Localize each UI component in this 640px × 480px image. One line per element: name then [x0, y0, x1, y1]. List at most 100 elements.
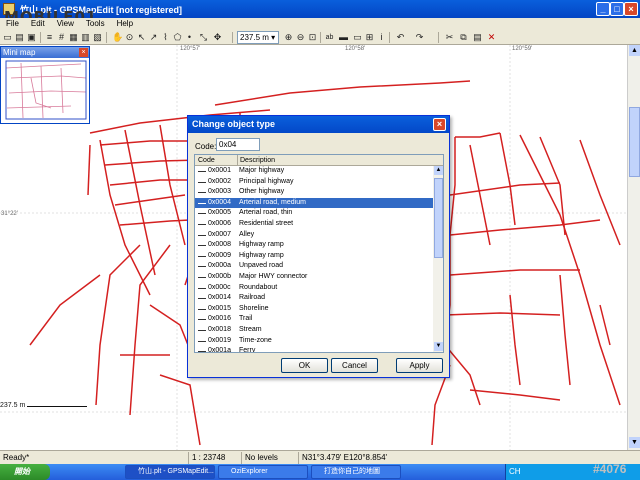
- map-vertical-scrollbar[interactable]: ▲ ▼: [627, 45, 640, 450]
- code-label: Code:: [195, 142, 217, 151]
- zoom-in-icon[interactable]: ⊕: [283, 32, 294, 43]
- menu-bar: File Edit View Tools Help: [0, 18, 640, 30]
- zoom-out-icon[interactable]: ⊖: [295, 32, 306, 43]
- task-browser[interactable]: 打造你自己的地圖: [311, 465, 401, 479]
- start-button[interactable]: 開始: [0, 464, 50, 480]
- ruler-icon[interactable]: ▬: [338, 32, 349, 43]
- copy-icon[interactable]: ⧉: [458, 32, 469, 43]
- list-item[interactable]: 0x0015 Shoreline: [195, 304, 433, 315]
- list-item[interactable]: 0x0019 Time-zone: [195, 336, 433, 347]
- item-description: Highway ramp: [239, 251, 284, 259]
- zoom-value: 237.5 m: [240, 33, 269, 42]
- list-item[interactable]: 0x000c Roundabout: [195, 283, 433, 294]
- item-code: 0x0004: [208, 198, 231, 206]
- task-gpsmapedit[interactable]: 竹山.plt - GPSMapEdit...: [125, 465, 215, 479]
- zoom-select[interactable]: 237.5 m ▾: [237, 31, 279, 44]
- list-scroll-thumb[interactable]: [434, 178, 443, 258]
- list-item[interactable]: 0x0008 Highway ramp: [195, 240, 433, 251]
- mini-map-panel[interactable]: Mini map ×: [0, 46, 90, 124]
- menu-view[interactable]: View: [51, 18, 80, 30]
- list-item[interactable]: 0x0002 Principal highway: [195, 177, 433, 188]
- open-icon[interactable]: ▤: [14, 32, 25, 43]
- column-description[interactable]: Description: [237, 155, 275, 166]
- new-icon[interactable]: ▭: [2, 32, 13, 43]
- change-object-type-dialog: Change object type × Code: Code Descript…: [187, 115, 450, 378]
- list-item[interactable]: 0x0016 Trail: [195, 314, 433, 325]
- input-language[interactable]: CH: [506, 467, 521, 476]
- redo-icon[interactable]: ↷: [414, 32, 425, 43]
- save-icon[interactable]: ▣: [26, 32, 37, 43]
- scale-bar: 237.5 m: [0, 402, 88, 409]
- measure-icon[interactable]: ▭: [352, 32, 363, 43]
- menu-tools[interactable]: Tools: [80, 18, 111, 30]
- list-item[interactable]: 0x001a Ferry: [195, 346, 433, 352]
- dialog-close-icon[interactable]: ×: [433, 118, 446, 131]
- maximize-button[interactable]: □: [610, 2, 624, 16]
- waypoint-icon[interactable]: ✥: [212, 32, 223, 43]
- table-icon[interactable]: ▦: [68, 32, 79, 43]
- layers-icon[interactable]: ≡: [44, 32, 55, 43]
- node-edit-icon[interactable]: ↗: [148, 32, 159, 43]
- column-code[interactable]: Code: [198, 155, 215, 166]
- code-input[interactable]: [216, 138, 260, 151]
- list-rows: 0x0001 Major highway 0x0002 Principal highw…: [195, 166, 433, 352]
- list-scroll-down-icon[interactable]: ▼: [434, 342, 443, 351]
- menu-help[interactable]: Help: [111, 18, 139, 30]
- type-list[interactable]: Code Description 0x0001 Major highway 0x00…: [194, 154, 444, 353]
- list-scrollbar[interactable]: ▲ ▼: [433, 166, 443, 352]
- line-style-swatch: [198, 245, 206, 247]
- map-icon[interactable]: ▧: [92, 32, 103, 43]
- scroll-down-icon[interactable]: ▼: [629, 437, 640, 448]
- list-item[interactable]: 0x000b Major HWY connector: [195, 272, 433, 283]
- task-oziexplorer[interactable]: OziExplorer: [218, 465, 308, 479]
- list-item[interactable]: 0x0018 Stream: [195, 325, 433, 336]
- minimize-button[interactable]: _: [596, 2, 610, 16]
- item-code: 0x0016: [208, 315, 231, 323]
- stack-icon[interactable]: ▥: [80, 32, 91, 43]
- grid-icon[interactable]: #: [56, 32, 67, 43]
- item-code: 0x000a: [208, 262, 231, 270]
- list-item[interactable]: 0x0004 Arterial road, medium: [195, 197, 433, 209]
- chevron-down-icon: ▾: [271, 33, 276, 42]
- labels-icon[interactable]: ab: [324, 32, 335, 43]
- paste-icon[interactable]: ▤: [472, 32, 483, 43]
- ok-button[interactable]: OK: [281, 358, 328, 373]
- apply-button[interactable]: Apply: [396, 358, 443, 373]
- polygon-icon[interactable]: ⬠: [172, 32, 183, 43]
- zoom-tool-icon[interactable]: ⊙: [124, 32, 135, 43]
- item-description: Time-zone: [239, 336, 272, 344]
- list-item[interactable]: 0x0001 Major highway: [195, 166, 433, 177]
- scroll-up-icon[interactable]: ▲: [629, 45, 640, 56]
- cut-icon[interactable]: ✂: [444, 32, 455, 43]
- list-item[interactable]: 0x0005 Arterial road, thin: [195, 208, 433, 219]
- zoom-fit-icon[interactable]: ⊡: [307, 32, 318, 43]
- select-icon[interactable]: ↖: [136, 32, 147, 43]
- line-style-swatch: [198, 213, 206, 215]
- list-scroll-up-icon[interactable]: ▲: [434, 166, 443, 175]
- scroll-thumb[interactable]: [629, 107, 640, 177]
- list-item[interactable]: 0x0003 Other highway: [195, 187, 433, 198]
- list-item[interactable]: 0x0006 Residential street: [195, 219, 433, 230]
- list-item[interactable]: 0x000a Unpaved road: [195, 261, 433, 272]
- transform-icon[interactable]: ⤡: [198, 32, 209, 43]
- info-icon[interactable]: i: [376, 32, 387, 43]
- list-item[interactable]: 0x0007 Alley: [195, 230, 433, 241]
- line-style-swatch: [198, 192, 206, 194]
- item-code: 0x0014: [208, 294, 231, 302]
- point-icon[interactable]: •: [184, 32, 195, 43]
- list-item[interactable]: 0x0009 Highway ramp: [195, 251, 433, 262]
- line-style-swatch: [198, 329, 206, 331]
- menu-edit[interactable]: Edit: [25, 18, 51, 30]
- polyline-icon[interactable]: ⌇: [160, 32, 171, 43]
- cancel-button[interactable]: Cancel: [331, 358, 378, 373]
- list-item[interactable]: 0x0014 Railroad: [195, 293, 433, 304]
- menu-file[interactable]: File: [0, 18, 25, 30]
- mini-map-close-icon[interactable]: ×: [79, 48, 88, 57]
- undo-icon[interactable]: ↶: [395, 32, 406, 43]
- lock-icon[interactable]: ⊞: [364, 32, 375, 43]
- status-ready: Ready*: [3, 453, 30, 462]
- item-description: Railroad: [239, 294, 266, 302]
- delete-icon[interactable]: ✕: [486, 32, 497, 43]
- hand-icon[interactable]: ✋: [112, 32, 123, 43]
- close-button[interactable]: ×: [624, 2, 638, 16]
